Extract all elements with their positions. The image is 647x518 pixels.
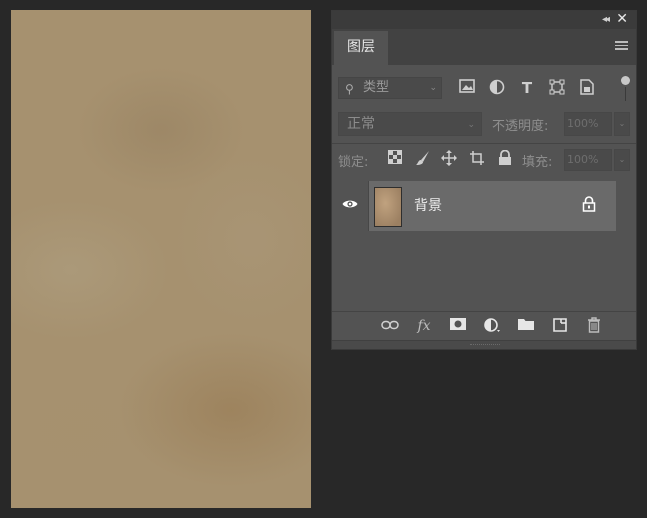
- new-layer-icon[interactable]: [550, 317, 570, 335]
- link-layers-icon[interactable]: [380, 317, 400, 335]
- grip-dots: [470, 344, 500, 346]
- fill-label: 填充:: [522, 155, 553, 170]
- layer-style-fx-icon[interactable]: fx: [414, 317, 434, 335]
- lock-all-icon[interactable]: [496, 149, 514, 168]
- tab-layers[interactable]: 图层: [334, 31, 388, 65]
- blend-row: 正常 ⌄ 不透明度: 100% ⌄: [332, 109, 636, 139]
- shape-layer-filter-icon[interactable]: [548, 79, 566, 97]
- blend-mode-value: 正常: [347, 116, 375, 132]
- collapse-panel-icon[interactable]: ◂◂: [602, 14, 610, 25]
- type-layer-filter-icon[interactable]: T: [518, 79, 536, 97]
- new-group-folder-icon[interactable]: [516, 317, 536, 335]
- filter-toggle-switch[interactable]: [621, 76, 630, 85]
- divider: [332, 143, 636, 144]
- blend-mode-select[interactable]: 正常 ⌄: [338, 112, 482, 136]
- opacity-dropdown-button[interactable]: ⌄: [614, 112, 630, 136]
- close-icon[interactable]: ✕: [616, 11, 628, 27]
- layers-panel: ◂◂ ✕ 图层 ⚲ 类型 ⌄ T 正常 ⌄ 不透明度: 100% ⌄ 锁定: 填…: [331, 10, 637, 350]
- pixel-layer-filter-icon[interactable]: [458, 79, 476, 97]
- panel-bottom-bar: fx: [332, 311, 636, 340]
- panel-tab-bar: 图层: [332, 29, 636, 65]
- panel-resize-grip[interactable]: [332, 340, 636, 349]
- chevron-down-icon: ⌄: [467, 120, 475, 130]
- search-icon: ⚲: [345, 82, 354, 96]
- layer-filter-row: ⚲ 类型 ⌄ T: [332, 73, 636, 105]
- opacity-label: 不透明度:: [492, 119, 549, 134]
- layers-list: 背景: [332, 181, 636, 309]
- layer-row-background[interactable]: 背景: [332, 181, 616, 231]
- filter-toggle-track: [625, 87, 626, 101]
- adjustment-layer-filter-icon[interactable]: [488, 79, 506, 97]
- lock-icon[interactable]: [582, 196, 596, 212]
- add-mask-icon[interactable]: [448, 317, 468, 335]
- lock-image-pixels-icon[interactable]: [414, 150, 432, 168]
- filter-kind-label: 类型: [363, 80, 390, 95]
- filter-kind-select[interactable]: ⚲ 类型 ⌄: [338, 77, 442, 99]
- chevron-down-icon: ⌄: [429, 83, 437, 93]
- lock-label: 锁定:: [338, 155, 369, 170]
- layer-thumbnail[interactable]: [374, 187, 402, 227]
- canvas-document[interactable]: [11, 10, 311, 508]
- visibility-toggle[interactable]: [332, 181, 369, 231]
- lock-transparent-pixels-icon[interactable]: [386, 150, 404, 168]
- eye-icon: [342, 200, 358, 208]
- panel-title-bar[interactable]: ◂◂ ✕: [332, 11, 636, 30]
- panel-menu-icon[interactable]: [615, 41, 628, 50]
- lock-artboard-icon[interactable]: [468, 150, 486, 168]
- new-adjustment-layer-icon[interactable]: [482, 317, 502, 335]
- lock-row: 锁定: 填充: 100% ⌄: [332, 147, 636, 173]
- delete-layer-trash-icon[interactable]: [584, 317, 604, 335]
- lock-position-icon[interactable]: [440, 150, 458, 168]
- opacity-input[interactable]: 100%: [564, 112, 612, 136]
- layer-name[interactable]: 背景: [414, 195, 442, 215]
- smart-object-filter-icon[interactable]: [578, 79, 596, 97]
- fill-input[interactable]: 100%: [564, 149, 612, 171]
- fill-dropdown-button[interactable]: ⌄: [614, 149, 630, 171]
